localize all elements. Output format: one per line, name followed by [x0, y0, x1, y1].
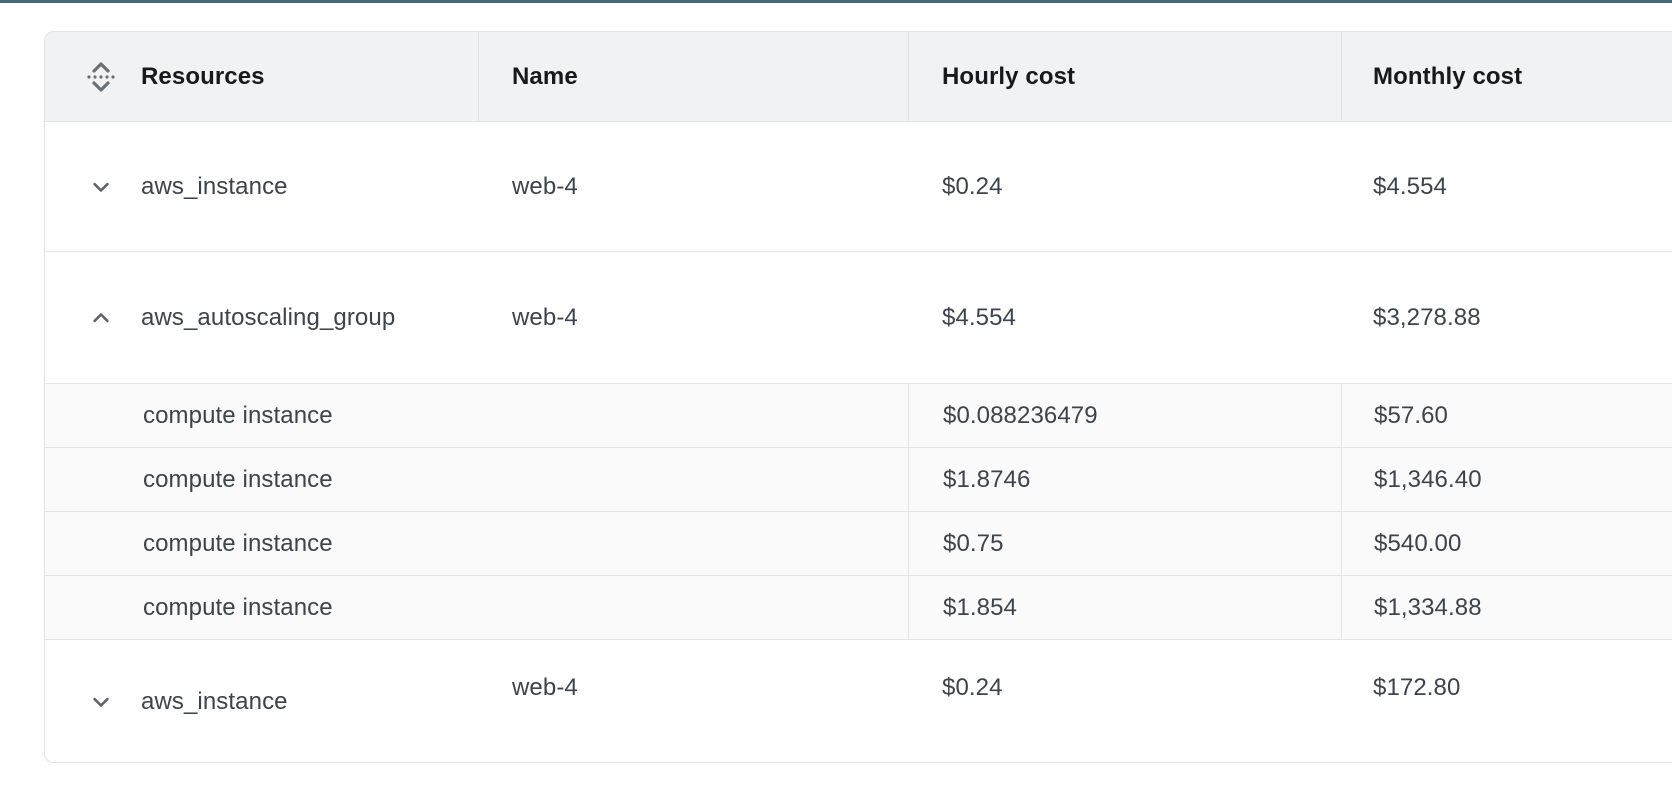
- resource-row: aws_autoscaling_group web-4 $4.554 $3,278.8…: [45, 251, 1672, 383]
- hourly-cost-cell: $4.554: [908, 252, 1341, 383]
- resource-label: compute instance: [143, 594, 333, 622]
- expand-collapse-all-icon[interactable]: [85, 56, 117, 98]
- column-header-monthly-cost-label: Monthly cost: [1373, 63, 1522, 91]
- column-header-resources[interactable]: Resources: [45, 32, 478, 121]
- cost-component-row: compute instance $0.088236479 $57.60: [45, 383, 1672, 447]
- name-cell: [478, 448, 908, 511]
- resource-row: aws_instance web-4 $0.24 $4.554: [45, 122, 1672, 251]
- monthly-cost-cell: $3,278.88: [1341, 252, 1672, 383]
- chevron-down-icon[interactable]: [87, 688, 115, 716]
- monthly-cost-cell: $172.80: [1341, 640, 1672, 763]
- resource-label: aws_autoscaling_group: [141, 304, 395, 332]
- monthly-cost-cell: $1,346.40: [1341, 448, 1672, 511]
- hourly-cost-cell: $0.24: [908, 122, 1341, 251]
- resource-label: compute instance: [143, 530, 333, 558]
- monthly-cost-cell-value: $1,334.88: [1374, 594, 1482, 622]
- table-body: aws_instanceweb-4$0.24$4.554aws_autoscal…: [45, 122, 1672, 763]
- hourly-cost-cell-value: $0.088236479: [943, 402, 1098, 430]
- monthly-cost-cell-value: $540.00: [1374, 530, 1461, 558]
- hourly-cost-cell-value: $1.8746: [943, 466, 1030, 494]
- cost-estimate-table: Resources Name Hourly cost Monthly cost …: [44, 31, 1672, 763]
- monthly-cost-cell: $57.60: [1341, 384, 1672, 447]
- column-header-name-label: Name: [512, 63, 578, 91]
- hourly-cost-cell: $0.24: [908, 640, 1341, 763]
- name-cell: [478, 512, 908, 575]
- name-cell-value: web-4: [512, 304, 578, 332]
- resource-cell: compute instance: [45, 384, 478, 447]
- column-header-hourly-cost-label: Hourly cost: [942, 63, 1075, 91]
- monthly-cost-cell-value: $1,346.40: [1374, 466, 1482, 494]
- column-header-name[interactable]: Name: [478, 32, 908, 121]
- name-cell: web-4: [478, 640, 908, 763]
- name-cell-value: web-4: [512, 674, 578, 702]
- column-header-monthly-cost[interactable]: Monthly cost: [1341, 32, 1672, 121]
- hourly-cost-cell-value: $0.75: [943, 530, 1004, 558]
- name-cell: [478, 576, 908, 639]
- resource-label: aws_instance: [141, 173, 288, 201]
- cost-component-row: compute instance $1.854 $1,334.88: [45, 575, 1672, 639]
- resource-cell: compute instance: [45, 448, 478, 511]
- monthly-cost-cell-value: $172.80: [1373, 674, 1460, 702]
- cost-component-row: compute instance $1.8746 $1,346.40: [45, 447, 1672, 511]
- hourly-cost-cell: $1.854: [908, 576, 1341, 639]
- resource-cell: aws_instance: [45, 122, 478, 251]
- resource-cell: compute instance: [45, 576, 478, 639]
- name-cell-value: web-4: [512, 173, 578, 201]
- name-cell: web-4: [478, 252, 908, 383]
- monthly-cost-cell-value: $57.60: [1374, 402, 1448, 430]
- hourly-cost-cell: $0.088236479: [908, 384, 1341, 447]
- resource-cell: compute instance: [45, 512, 478, 575]
- hourly-cost-cell-value: $0.24: [942, 674, 1003, 702]
- hourly-cost-cell: $1.8746: [908, 448, 1341, 511]
- hourly-cost-cell-value: $0.24: [942, 173, 1003, 201]
- resource-row: aws_instance web-4 $0.24 $172.80: [45, 639, 1672, 763]
- resource-label: compute instance: [143, 466, 333, 494]
- resource-cell: aws_instance: [45, 640, 478, 763]
- resource-cell: aws_autoscaling_group: [45, 252, 478, 383]
- table-header-row: Resources Name Hourly cost Monthly cost: [45, 32, 1672, 122]
- monthly-cost-cell: $540.00: [1341, 512, 1672, 575]
- name-cell: [478, 384, 908, 447]
- cost-component-row: compute instance $0.75 $540.00: [45, 511, 1672, 575]
- monthly-cost-cell-value: $3,278.88: [1373, 304, 1481, 332]
- monthly-cost-cell: $4.554: [1341, 122, 1672, 251]
- page-top-accent-bar: [0, 0, 1672, 3]
- chevron-up-icon[interactable]: [87, 304, 115, 332]
- monthly-cost-cell: $1,334.88: [1341, 576, 1672, 639]
- column-header-resources-label: Resources: [141, 63, 265, 91]
- name-cell: web-4: [478, 122, 908, 251]
- monthly-cost-cell-value: $4.554: [1373, 173, 1447, 201]
- resource-label: compute instance: [143, 402, 333, 430]
- column-header-hourly-cost[interactable]: Hourly cost: [908, 32, 1341, 121]
- resource-label: aws_instance: [141, 688, 288, 716]
- chevron-down-icon[interactable]: [87, 173, 115, 201]
- hourly-cost-cell: $0.75: [908, 512, 1341, 575]
- hourly-cost-cell-value: $1.854: [943, 594, 1017, 622]
- hourly-cost-cell-value: $4.554: [942, 304, 1016, 332]
